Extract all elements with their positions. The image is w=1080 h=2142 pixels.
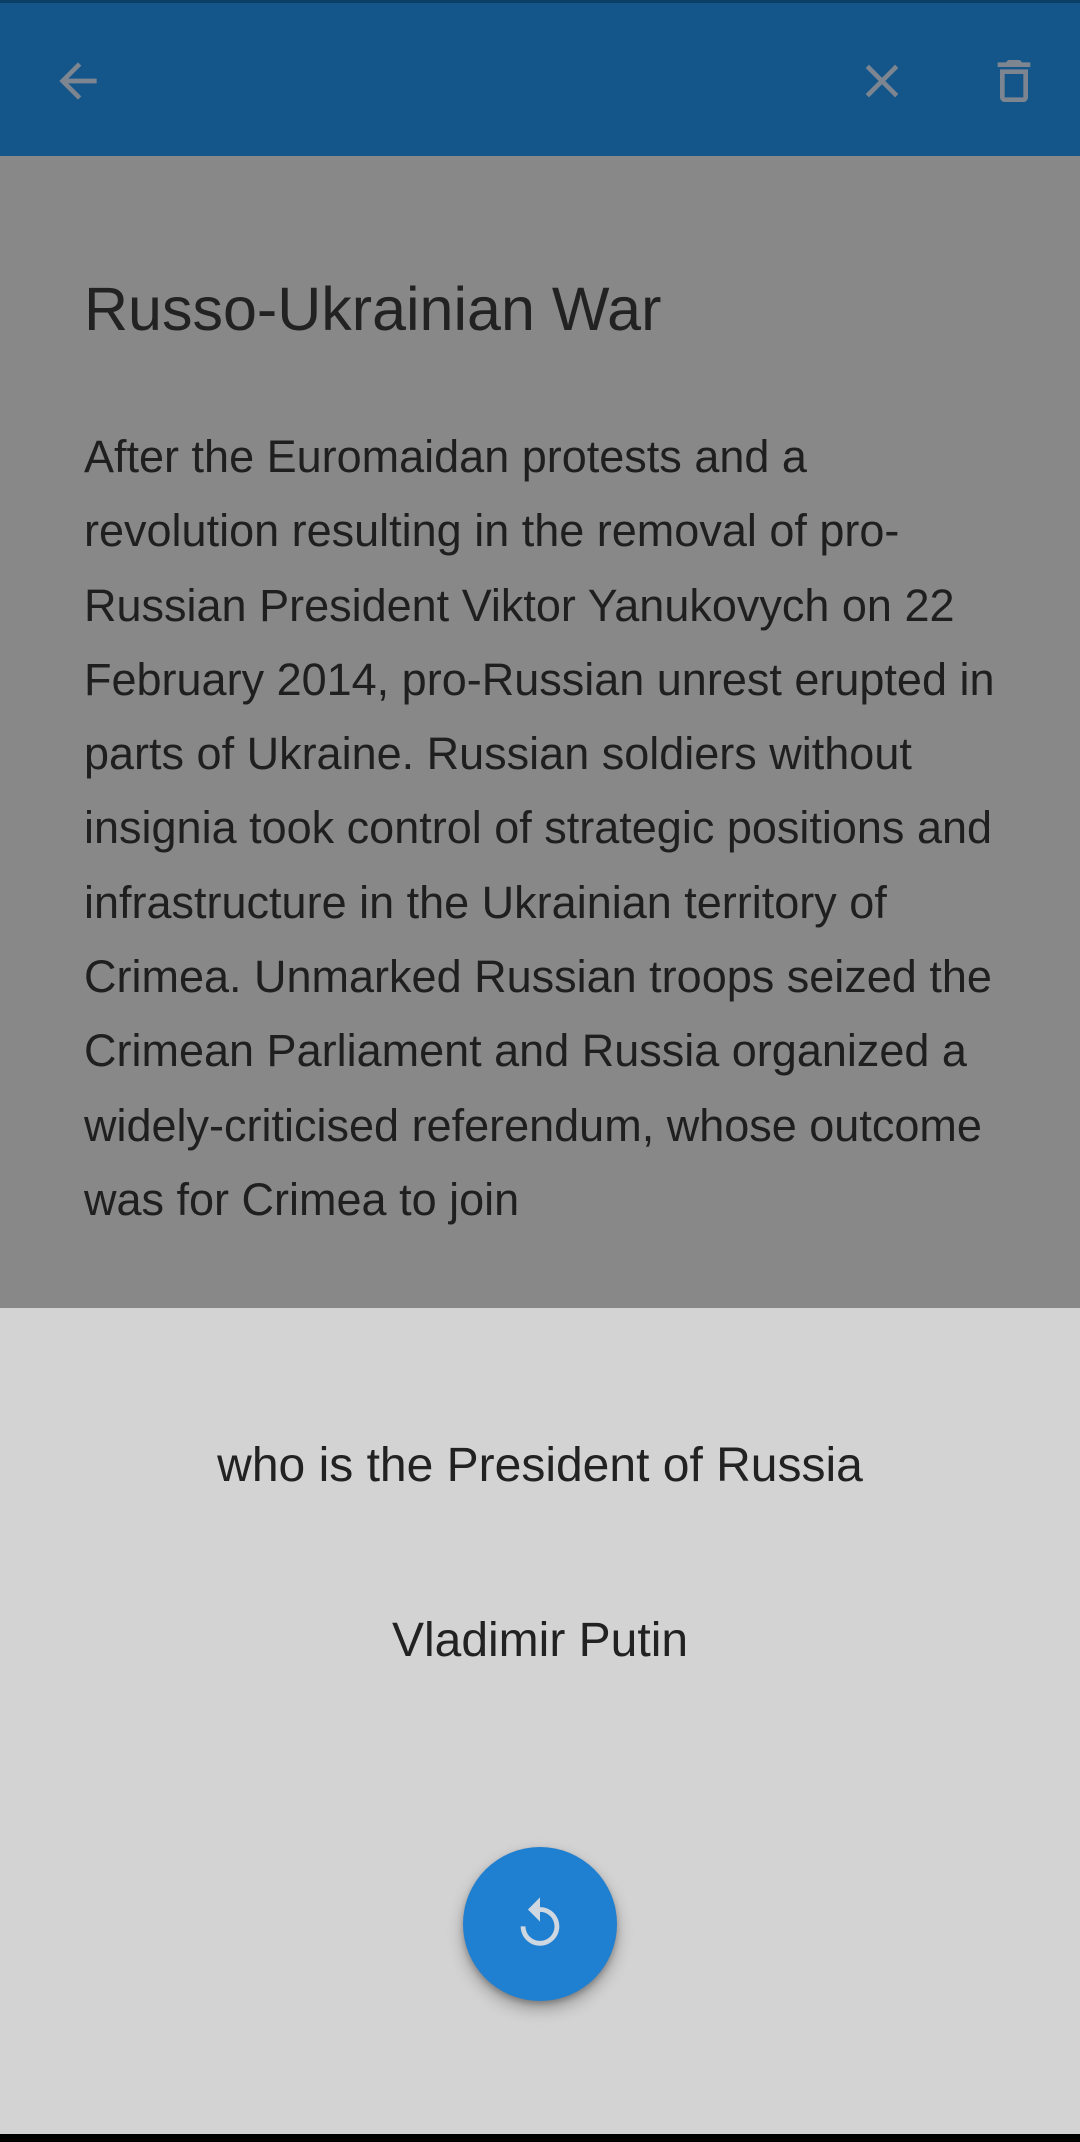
navigation-bar xyxy=(0,2134,1080,2142)
trash-icon xyxy=(997,60,1031,102)
arrow-back-icon xyxy=(59,62,97,100)
delete-button[interactable] xyxy=(974,41,1054,121)
article-body: After the Euromaidan protests and a revo… xyxy=(84,431,995,1225)
flashcard-answer: Vladimir Putin xyxy=(391,1614,689,1667)
close-button[interactable] xyxy=(842,41,922,121)
refresh-icon xyxy=(520,1897,560,1946)
article-title: Russo-Ukrainian War xyxy=(84,275,662,343)
article-content: Russo-Ukrainian War After the Euromaidan… xyxy=(0,156,1080,1308)
flashcard-sheet: who is the President of Russia Vladimir … xyxy=(0,1308,1080,2134)
app-screen: Russo-Ukrainian War After the Euromaidan… xyxy=(0,0,1080,2142)
flashcard-question: who is the President of Russia xyxy=(217,1439,863,1492)
refresh-button[interactable] xyxy=(463,1847,617,2001)
app-bar xyxy=(0,0,1080,156)
back-button[interactable] xyxy=(38,41,118,121)
close-icon xyxy=(865,64,899,98)
